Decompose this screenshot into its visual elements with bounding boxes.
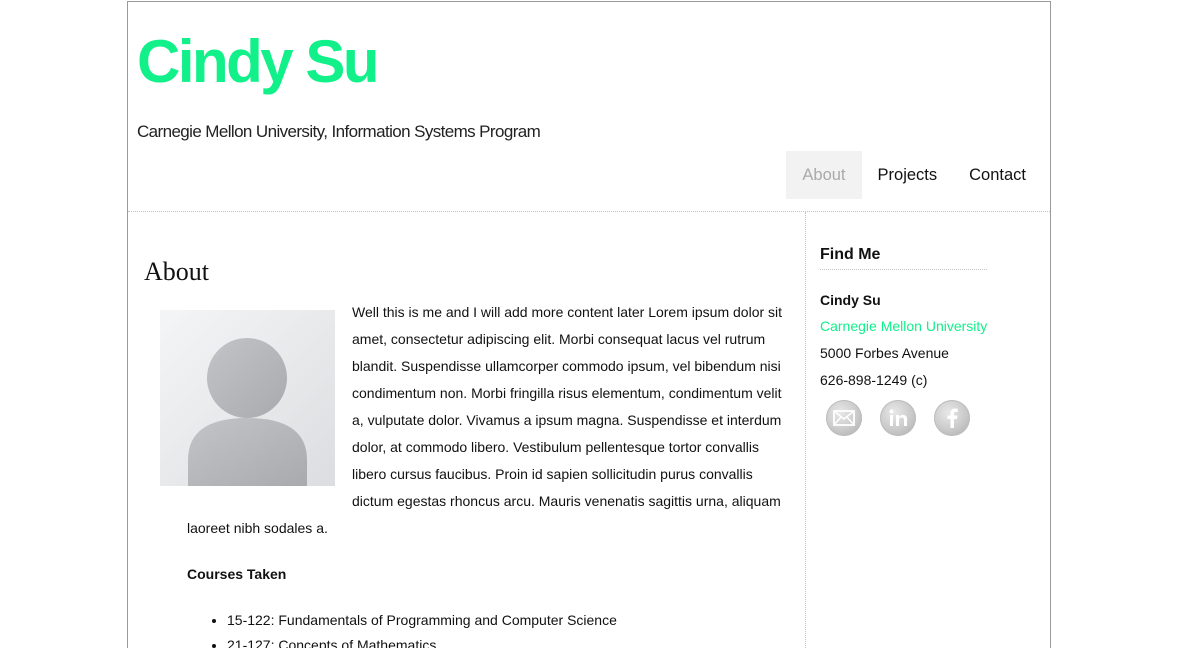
contact-address: 5000 Forbes Avenue [820,345,949,361]
nav-contact[interactable]: Contact [953,151,1042,199]
nav-about[interactable]: About [786,151,862,199]
courses-list: 15-122: Fundamentals of Programming and … [227,608,617,648]
header-divider [128,211,1050,212]
list-item: 21-127: Concepts of Mathematics [227,633,617,648]
main-nav: About Projects Contact [786,151,1042,199]
about-intro: Well this is me and I will add more cont… [187,299,792,542]
contact-name: Cindy Su [820,292,881,308]
contact-phone: 626-898-1249 (c) [820,372,928,388]
email-icon[interactable] [826,400,862,436]
page-title: About [144,257,209,286]
list-item: 15-122: Fundamentals of Programming and … [227,608,617,633]
social-links [826,400,970,436]
site-title[interactable]: Cindy Su [137,32,380,92]
sidebar-divider [805,212,806,648]
facebook-icon[interactable] [934,400,970,436]
sidebar-heading: Find Me [820,246,987,270]
nav-projects[interactable]: Projects [862,151,954,199]
page-frame: Cindy Su Carnegie Mellon University, Inf… [127,1,1051,648]
linkedin-icon[interactable] [880,400,916,436]
school-link[interactable]: Carnegie Mellon University [820,318,987,334]
site-tagline: Carnegie Mellon University, Information … [137,122,541,141]
courses-heading: Courses Taken [187,566,287,582]
